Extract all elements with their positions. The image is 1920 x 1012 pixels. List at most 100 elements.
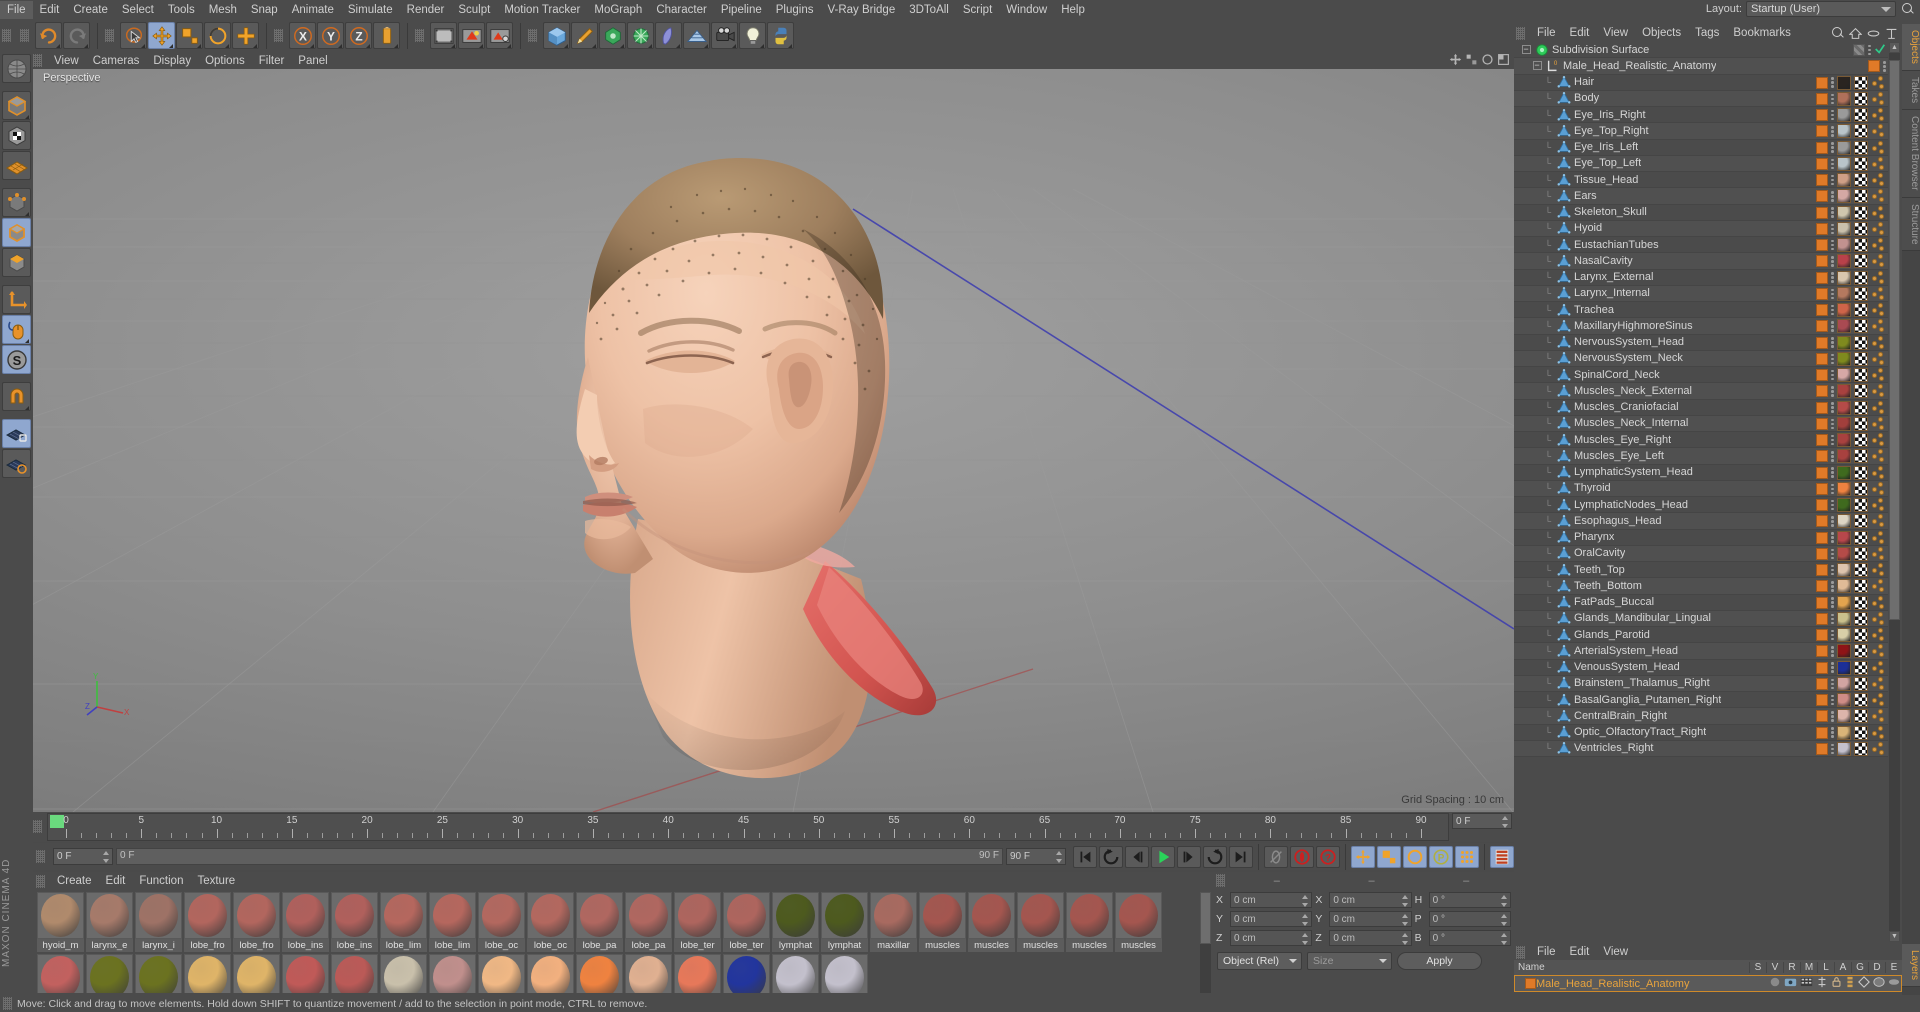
material-item[interactable]: lobe_fro bbox=[184, 892, 231, 952]
add-hair-button[interactable] bbox=[627, 22, 654, 49]
selection-tag-icon[interactable] bbox=[1871, 221, 1886, 236]
objmgr-menu-file[interactable]: File bbox=[1530, 24, 1563, 42]
selection-tag-icon[interactable] bbox=[1871, 498, 1886, 512]
point-level-animation-button[interactable] bbox=[1455, 845, 1479, 868]
keyframe-selection-button[interactable]: ? bbox=[1316, 845, 1340, 868]
render-view-button[interactable] bbox=[430, 22, 457, 49]
add-camera-button[interactable] bbox=[711, 22, 738, 49]
material-thumbnail[interactable] bbox=[282, 954, 329, 993]
menu-select[interactable]: Select bbox=[115, 1, 161, 19]
material-thumbnail[interactable] bbox=[772, 892, 819, 939]
subdivision-tag-icon[interactable] bbox=[1853, 44, 1865, 56]
phong-tag-icon[interactable] bbox=[1816, 141, 1828, 154]
material-tag-icon[interactable] bbox=[1837, 676, 1851, 691]
phong-tag-icon[interactable] bbox=[1816, 580, 1828, 593]
layermgr-menu-view[interactable]: View bbox=[1596, 943, 1635, 961]
coordinate-rotation-field-p[interactable]: 0 ° bbox=[1428, 910, 1511, 927]
material-item[interactable]: hyoid_m bbox=[37, 892, 84, 952]
magnet-button[interactable] bbox=[2, 382, 31, 411]
spinner-icon[interactable] bbox=[1500, 894, 1508, 907]
coordinate-rotation-field-h[interactable]: 0 ° bbox=[1428, 891, 1511, 908]
uvw-tag-icon[interactable] bbox=[1854, 644, 1868, 659]
texture-mode-button[interactable] bbox=[2, 121, 31, 150]
viewport-menu-options[interactable]: Options bbox=[198, 52, 252, 70]
spinner-icon[interactable] bbox=[1401, 932, 1409, 945]
object-row[interactable]: └ Esophagus_Head bbox=[1514, 513, 1888, 530]
menu-script[interactable]: Script bbox=[956, 1, 999, 19]
layer-row[interactable]: Male_Head_Realistic_Anatomy bbox=[1514, 975, 1902, 992]
uvw-tag-icon[interactable] bbox=[1854, 108, 1868, 122]
material-thumbnail[interactable] bbox=[1066, 892, 1113, 939]
tree-expander[interactable]: − bbox=[1518, 45, 1534, 55]
spinner-icon[interactable] bbox=[103, 851, 110, 863]
object-row[interactable]: └ ArterialSystem_Head bbox=[1514, 643, 1888, 660]
selection-tag-icon[interactable] bbox=[1871, 416, 1886, 431]
material-thumbnail[interactable] bbox=[625, 954, 672, 993]
phong-tag-icon[interactable] bbox=[1816, 352, 1828, 365]
material-tag-icon[interactable] bbox=[1837, 741, 1851, 756]
phong-tag-icon[interactable] bbox=[1816, 174, 1828, 186]
scrollbar-thumb[interactable] bbox=[1889, 60, 1900, 620]
lock-workplane-button[interactable] bbox=[2, 419, 31, 448]
phong-tag-icon[interactable] bbox=[1816, 255, 1828, 268]
tree-expander[interactable]: − bbox=[1529, 61, 1545, 71]
points-mode-button[interactable] bbox=[2, 188, 31, 217]
selection-tag-icon[interactable] bbox=[1871, 351, 1886, 366]
material-grid[interactable]: hyoid_m larynx_e larynx_i lobe_fro lobe_fro l… bbox=[37, 892, 1199, 993]
rotate-button[interactable] bbox=[204, 22, 231, 49]
viewport-menu-view[interactable]: View bbox=[47, 52, 86, 70]
coordinate-size-field-z[interactable]: 0 cm bbox=[1329, 929, 1412, 946]
material-item[interactable]: skeletor bbox=[380, 954, 427, 993]
coordinates-grip[interactable] bbox=[1216, 874, 1225, 887]
menu-v-ray-bridge[interactable]: V-Ray Bridge bbox=[820, 1, 902, 19]
selection-tag-icon[interactable] bbox=[1871, 400, 1886, 415]
phong-tag-icon[interactable] bbox=[1816, 466, 1828, 479]
current-time-marker[interactable] bbox=[50, 815, 64, 828]
material-thumbnail[interactable] bbox=[331, 892, 378, 939]
uvw-tag-icon[interactable] bbox=[1854, 368, 1868, 382]
material-item[interactable]: pharynx bbox=[331, 954, 378, 993]
material-thumbnail[interactable] bbox=[870, 892, 917, 939]
material-tag-icon[interactable] bbox=[1837, 579, 1851, 594]
material-tag-icon[interactable] bbox=[1837, 335, 1851, 350]
menu-sculpt[interactable]: Sculpt bbox=[451, 1, 497, 19]
viewport-menu-filter[interactable]: Filter bbox=[252, 52, 292, 70]
menu-animate[interactable]: Animate bbox=[285, 1, 341, 19]
perspective-viewport[interactable]: Perspective Grid Spacing : 10 cm Y X Z bbox=[33, 69, 1514, 812]
matmgr-menu-edit[interactable]: Edit bbox=[99, 872, 133, 890]
material-thumbnail[interactable] bbox=[478, 954, 525, 993]
selection-tag-icon[interactable] bbox=[1871, 108, 1886, 122]
play-forwards-button[interactable] bbox=[1203, 845, 1227, 868]
animation-icon[interactable] bbox=[1845, 976, 1855, 988]
material-tag-icon[interactable] bbox=[1837, 319, 1851, 334]
object-tree[interactable]: − Subdivision Surface −0 Male_Head_Realisti… bbox=[1514, 42, 1888, 944]
selection-tag-icon[interactable] bbox=[1871, 530, 1886, 545]
objmgr-menu-view[interactable]: View bbox=[1596, 24, 1635, 42]
matmgr-menu-create[interactable]: Create bbox=[50, 872, 99, 890]
layout-dropdown[interactable]: Startup (User) bbox=[1746, 1, 1896, 17]
y-axis-lock-button[interactable]: Y bbox=[317, 22, 344, 49]
object-row[interactable]: └ Eye_Top_Left bbox=[1514, 155, 1888, 172]
go-to-start-button[interactable] bbox=[1073, 845, 1097, 868]
object-row[interactable]: └ NervousSystem_Head bbox=[1514, 335, 1888, 351]
object-row[interactable]: └ FatPads_Buccal bbox=[1514, 595, 1888, 611]
object-row[interactable]: └ Muscles_Neck_Internal bbox=[1514, 415, 1888, 432]
phong-tag-icon[interactable] bbox=[1816, 564, 1828, 576]
menu-window[interactable]: Window bbox=[999, 1, 1054, 19]
objmgr-menu-objects[interactable]: Objects bbox=[1635, 24, 1688, 42]
position-key-button[interactable] bbox=[1351, 845, 1375, 868]
selection-tag-icon[interactable] bbox=[1871, 303, 1886, 317]
material-tag-icon[interactable] bbox=[1837, 644, 1851, 659]
uvw-tag-icon[interactable] bbox=[1854, 514, 1868, 529]
object-row[interactable]: − Subdivision Surface bbox=[1514, 42, 1888, 59]
selection-tag-icon[interactable] bbox=[1871, 676, 1886, 691]
material-tag-icon[interactable] bbox=[1837, 156, 1851, 171]
object-row[interactable]: └ EustachianTubes bbox=[1514, 237, 1888, 254]
selection-tag-icon[interactable] bbox=[1871, 481, 1886, 496]
uvw-tag-icon[interactable] bbox=[1854, 303, 1868, 317]
layer-manager-grip[interactable] bbox=[1516, 945, 1525, 959]
material-thumbnail[interactable] bbox=[821, 892, 868, 939]
selection-tag-icon[interactable] bbox=[1871, 595, 1886, 610]
uvw-tag-icon[interactable] bbox=[1854, 725, 1868, 740]
object-row[interactable]: └ Teeth_Bottom bbox=[1514, 578, 1888, 595]
